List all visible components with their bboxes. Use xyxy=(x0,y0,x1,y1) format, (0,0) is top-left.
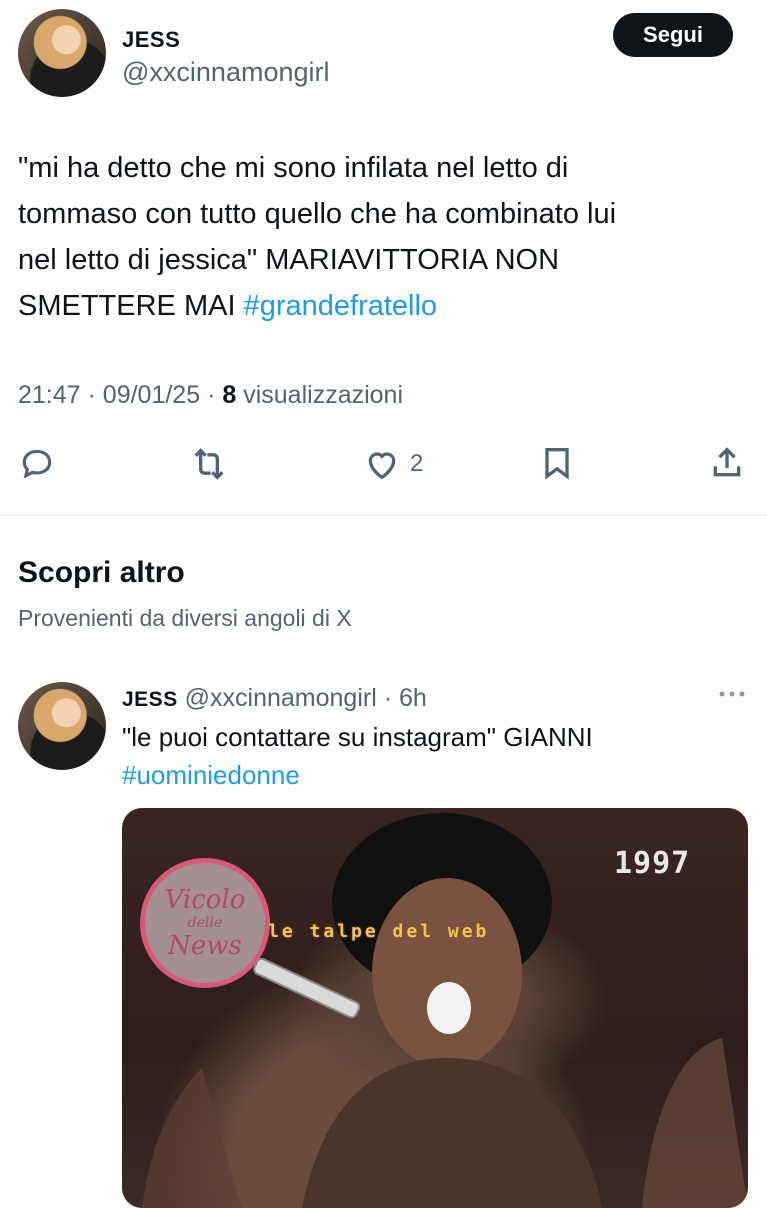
suggested-author-name[interactable]: JESS xyxy=(122,688,178,711)
share-icon xyxy=(713,447,741,477)
watermark-line: Vicolo xyxy=(164,885,246,915)
watermark-line: News xyxy=(168,931,242,961)
retweet-button[interactable] xyxy=(189,444,229,484)
tweet-text-line: nel letto di jessica" MARIAVITTORIA NON xyxy=(18,244,560,276)
bookmark-button[interactable] xyxy=(537,443,577,483)
discover-title: Scopri altro xyxy=(18,556,185,589)
tweet-time[interactable]: 21:47 xyxy=(18,381,81,409)
tweet-meta: 21:47 · 09/01/25 · 8 visualizzazioni xyxy=(18,381,404,409)
suggested-author-handle[interactable]: @xxcinnamongirl xyxy=(185,684,377,712)
reply-button[interactable] xyxy=(18,444,56,482)
suggested-author-avatar[interactable] xyxy=(18,682,106,770)
share-button[interactable] xyxy=(707,443,747,483)
suggested-hashtag-link[interactable]: #uominiedonne xyxy=(122,756,742,794)
suggested-tweet-line: "le puoi contattare su instagram" GIANNI xyxy=(122,722,593,752)
tweet-date[interactable]: 09/01/25 xyxy=(103,381,200,409)
more-button[interactable] xyxy=(716,682,748,711)
follow-button[interactable]: Segui xyxy=(613,13,733,57)
author-name[interactable]: JESS xyxy=(122,27,180,53)
views-count: 8 xyxy=(222,381,237,409)
tweet-text-end: SMETTERE MAI xyxy=(18,290,236,322)
discover-subtitle: Provenienti da diversi angoli di X xyxy=(18,605,352,631)
author-avatar[interactable] xyxy=(18,9,106,97)
watermark-line: delle xyxy=(187,915,223,931)
watermark-logo: Vicolo delle News xyxy=(140,858,270,988)
reply-icon xyxy=(22,449,52,479)
views-label: visualizzazioni xyxy=(243,381,404,409)
watermark-text: le talpe del web xyxy=(268,921,490,942)
media-year-label: 1997 xyxy=(614,846,691,881)
more-icon xyxy=(719,691,745,697)
suggested-tweet-header: JESS @xxcinnamongirl · 6h xyxy=(122,684,427,712)
retweet-icon xyxy=(194,448,224,480)
hashtag-link[interactable]: #grandefratello xyxy=(244,290,437,322)
suggested-tweet-age[interactable]: 6h xyxy=(399,684,427,712)
tweet-text: "mi ha detto che mi sono infilata nel le… xyxy=(18,145,748,329)
like-count: 2 xyxy=(410,450,424,477)
section-divider xyxy=(0,514,767,516)
suggested-tweet-text: "le puoi contattare su instagram" GIANNI… xyxy=(122,718,742,794)
like-icon xyxy=(368,452,396,480)
tweet-text-line: tommaso con tutto quello che ha combinat… xyxy=(18,198,617,230)
author-handle[interactable]: @xxcinnamongirl xyxy=(122,57,329,88)
tweet-text-line: "mi ha detto che mi sono infilata nel le… xyxy=(18,152,569,184)
like-button[interactable]: 2 xyxy=(362,444,423,484)
bookmark-icon xyxy=(545,448,569,480)
tweet-text-line: SMETTERE MAI #grandefratello xyxy=(18,283,748,329)
